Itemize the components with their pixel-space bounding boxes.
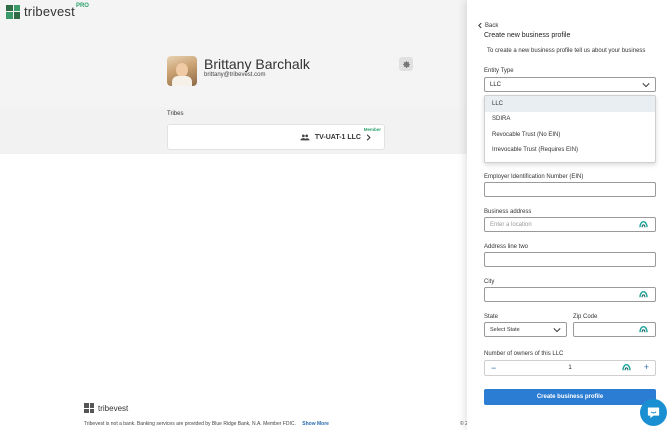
autofill-icon bbox=[639, 326, 648, 333]
chat-icon bbox=[647, 407, 660, 419]
create-business-panel: Back Create new business profile To crea… bbox=[467, 0, 670, 430]
state-select[interactable]: Select State bbox=[484, 322, 567, 337]
increment-button[interactable]: + bbox=[644, 362, 649, 372]
tribe-name: TV-UAT-1 LLC bbox=[314, 134, 361, 141]
panel-title: Create new business profile bbox=[484, 32, 571, 39]
member-badge: Member bbox=[363, 127, 381, 132]
autofill-icon bbox=[622, 364, 631, 371]
profile-email: brittany@tribevest.com bbox=[204, 72, 266, 78]
zip-field[interactable] bbox=[573, 322, 656, 337]
footer-disclaimer: Tribevest is not a bank. Banking service… bbox=[84, 421, 329, 427]
settings-button[interactable] bbox=[399, 57, 413, 71]
tribes-heading: Tribes bbox=[167, 111, 184, 117]
owners-stepper[interactable]: − 1 + bbox=[484, 360, 656, 376]
show-more-link[interactable]: Show More bbox=[302, 421, 329, 427]
chevron-down-icon bbox=[553, 328, 561, 333]
entity-option-irrevocable-trust[interactable]: Irrevocable Trust (Requires EIN) bbox=[485, 143, 655, 159]
address-line-two-label: Address line two bbox=[484, 244, 529, 250]
back-label: Back bbox=[485, 22, 499, 29]
avatar bbox=[167, 56, 197, 86]
tribe-row: TV-UAT-1 LLC bbox=[300, 134, 372, 141]
footer-brand-name: tribevest bbox=[98, 403, 129, 413]
ein-field[interactable] bbox=[484, 182, 656, 197]
brand-logo-icon bbox=[6, 4, 20, 19]
entity-option-revocable-trust[interactable]: Revocable Trust (No EIN) bbox=[485, 127, 655, 143]
entity-type-label: Entity Type bbox=[484, 68, 514, 74]
autofill-icon bbox=[639, 221, 648, 228]
disclaimer-text: Tribevest is not a bank. Banking service… bbox=[84, 421, 296, 427]
business-address-field[interactable]: Enter a location bbox=[484, 217, 656, 232]
city-label: City bbox=[484, 279, 495, 285]
owners-label: Number of owners of this LLC bbox=[484, 351, 564, 357]
entity-option-llc[interactable]: LLC bbox=[485, 96, 655, 112]
address-line-two-field[interactable] bbox=[484, 252, 656, 267]
back-button[interactable]: Back bbox=[477, 22, 498, 29]
chevron-down-icon bbox=[642, 83, 650, 88]
business-address-placeholder: Enter a location bbox=[490, 221, 532, 228]
ein-label: Employer Identification Number (EIN) bbox=[484, 174, 584, 180]
business-address-label: Business address bbox=[484, 209, 532, 215]
state-value: Select State bbox=[490, 326, 520, 333]
entity-type-value: LLC bbox=[490, 81, 502, 88]
chat-button[interactable] bbox=[640, 399, 667, 426]
entity-type-dropdown: LLC SDIRA Revocable Trust (No EIN) Irrev… bbox=[484, 95, 656, 163]
panel-description: To create a new business profile tell us… bbox=[487, 48, 646, 54]
pro-badge: PRO bbox=[75, 2, 89, 9]
zip-label: Zip Code bbox=[573, 314, 598, 320]
state-label: State bbox=[484, 314, 499, 320]
entity-option-sdira[interactable]: SDIRA bbox=[485, 112, 655, 128]
footer-logo: tribevest bbox=[84, 403, 128, 413]
chevron-right-icon bbox=[366, 134, 371, 141]
brand-logo[interactable]: tribevest PRO bbox=[6, 2, 89, 19]
profile-name: Brittany Barchalk bbox=[204, 56, 310, 72]
brand-name: tribevest bbox=[24, 4, 75, 19]
entity-type-select[interactable]: LLC bbox=[484, 77, 656, 92]
city-field[interactable] bbox=[484, 287, 656, 302]
footer-logo-icon bbox=[84, 403, 94, 413]
chevron-left-icon bbox=[478, 22, 482, 29]
tribe-card[interactable]: Member TV-UAT-1 LLC bbox=[167, 124, 385, 150]
create-profile-button[interactable]: Create business profile bbox=[484, 389, 656, 405]
autofill-icon bbox=[639, 291, 648, 298]
group-icon bbox=[300, 134, 310, 141]
gear-icon bbox=[402, 60, 410, 68]
